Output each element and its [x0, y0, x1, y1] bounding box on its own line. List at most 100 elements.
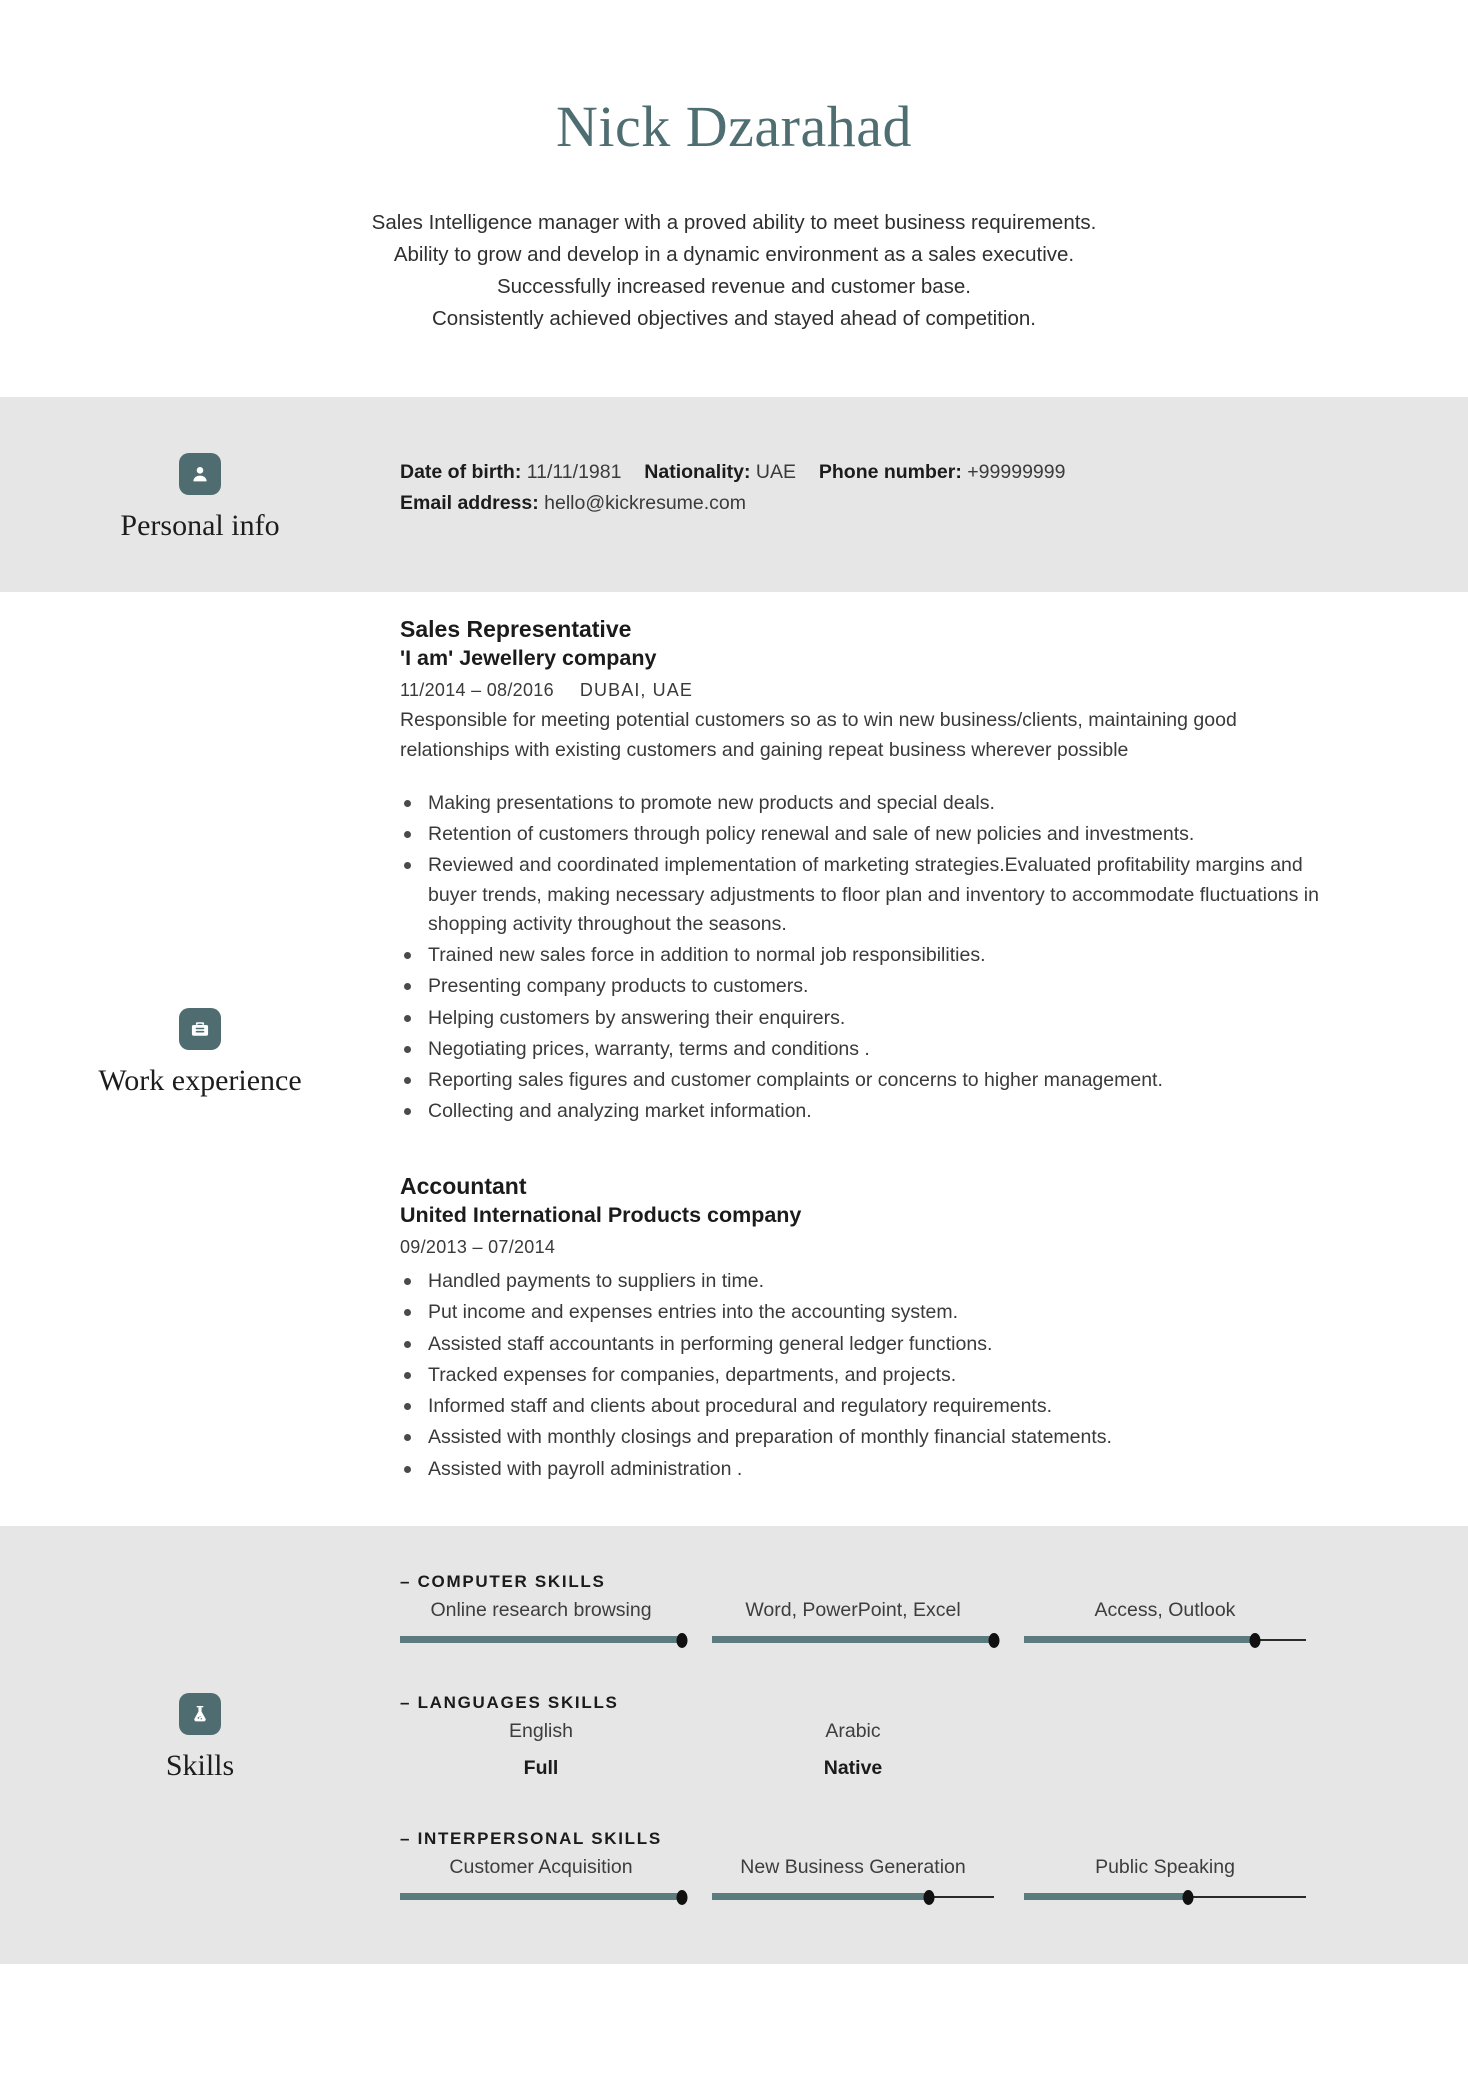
section-personal-info: Personal info Date of birth: 11/11/1981 …: [0, 396, 1468, 592]
nationality-label: Nationality:: [644, 460, 751, 483]
language-item-empty: [1024, 1717, 1306, 1783]
skill-slider[interactable]: [712, 1633, 1000, 1649]
list-item: Negotiating prices, warranty, terms and …: [400, 1035, 1330, 1064]
job-meta: 11/2014 – 08/2016 DUBAI, UAE: [400, 677, 1408, 704]
list-item: Assisted with monthly closings and prepa…: [400, 1423, 1330, 1452]
phone-label: Phone number:: [818, 460, 962, 483]
skill-item: Customer Acquisition: [400, 1853, 688, 1905]
skill-slider[interactable]: [400, 1633, 688, 1649]
list-item: Trained new sales force in addition to n…: [400, 941, 1330, 970]
job-entry: Sales Representative 'I am' Jewellery co…: [400, 614, 1408, 1127]
summary-line: Successfully increased revenue and custo…: [496, 274, 972, 298]
personal-info-row: Email address: hello@kickresume.com: [400, 488, 1408, 520]
skill-group-languages: – LANGUAGES SKILLS English Full Arabic N…: [400, 1693, 1408, 1783]
list-item: Informed staff and clients about procedu…: [400, 1392, 1330, 1421]
personal-info-label: Personal info: [120, 508, 280, 542]
job-company: 'I am' Jewellery company: [400, 646, 657, 671]
job-bullet-list: Handled payments to suppliers in time. P…: [400, 1267, 1330, 1484]
skill-item: Access, Outlook: [1024, 1596, 1306, 1649]
resume-header: Nick Dzarahad Sales Intelligence manager…: [0, 0, 1468, 397]
slider-fill: [400, 1636, 682, 1644]
job-bullet-list: Making presentations to promote new prod…: [400, 789, 1330, 1127]
slider-fill: [1024, 1636, 1256, 1644]
skill-slider[interactable]: [712, 1889, 994, 1905]
page-title: Nick Dzarahad: [556, 94, 912, 159]
list-item: Helping customers by answering their enq…: [400, 1004, 1330, 1033]
list-item: Collecting and analyzing market informat…: [400, 1097, 1330, 1126]
slider-knob[interactable]: [1249, 1633, 1261, 1649]
list-item: Reporting sales figures and customer com…: [400, 1066, 1330, 1095]
language-level: Full: [523, 1757, 559, 1780]
list-item: Reviewed and coordinated implementation …: [400, 851, 1330, 939]
slider-fill: [712, 1636, 994, 1644]
list-item: Handled payments to suppliers in time.: [400, 1267, 1330, 1296]
job-description: Responsible for meeting potential custom…: [400, 709, 1237, 761]
skill-row: Online research browsing Word, PowerPoin…: [400, 1596, 1408, 1649]
slider-fill: [712, 1892, 930, 1900]
skill-group-computer: – COMPUTER SKILLS Online research browsi…: [400, 1571, 1408, 1649]
phone-value: +99999999: [967, 460, 1066, 483]
summary-line: Ability to grow and develop in a dynamic…: [393, 242, 1075, 266]
flask-icon: [179, 1693, 221, 1736]
job-title: Accountant: [400, 1172, 527, 1199]
personal-info-row: Date of birth: 11/11/1981 Nationality: U…: [400, 457, 1408, 489]
slider-fill: [400, 1892, 682, 1900]
job-location: DUBAI, UAE: [579, 680, 693, 701]
skill-name: Public Speaking: [1095, 1855, 1235, 1878]
skill-item: Word, PowerPoint, Excel: [712, 1596, 1000, 1649]
list-item: Put income and expenses entries into the…: [400, 1298, 1330, 1327]
skill-slider[interactable]: [1024, 1633, 1306, 1649]
job-dates: 09/2013 – 07/2014: [400, 1237, 556, 1258]
skills-content: – COMPUTER SKILLS Online research browsi…: [400, 1571, 1468, 1905]
profile-summary: Sales Intelligence manager with a proved…: [0, 207, 1468, 335]
email-value[interactable]: hello@kickresume.com: [544, 492, 746, 514]
dob-label: Date of birth:: [400, 460, 522, 483]
nationality-value: UAE: [755, 460, 797, 483]
section-skills: Skills – COMPUTER SKILLS Online research…: [0, 1525, 1468, 1964]
list-item: Assisted staff accountants in performing…: [400, 1330, 1330, 1359]
list-item: Assisted with payroll administration .: [400, 1455, 1330, 1484]
skill-row: English Full Arabic Native: [400, 1717, 1408, 1783]
skill-group-title: – INTERPERSONAL SKILLS: [400, 1828, 662, 1848]
slider-knob[interactable]: [923, 1889, 935, 1905]
list-item: Presenting company products to customers…: [400, 972, 1330, 1001]
skill-group-interpersonal: – INTERPERSONAL SKILLS Customer Acquisit…: [400, 1828, 1408, 1905]
work-experience-label: Work experience: [98, 1064, 302, 1098]
job-title: Sales Representative: [400, 615, 632, 642]
skill-slider[interactable]: [400, 1889, 688, 1905]
slider-knob[interactable]: [676, 1889, 688, 1905]
slider-knob[interactable]: [988, 1633, 1000, 1649]
language-name: English: [509, 1720, 573, 1743]
language-item: English Full: [400, 1717, 682, 1783]
work-experience-sidebar: Work experience: [0, 614, 400, 1492]
briefcase-icon: [179, 1008, 221, 1051]
skill-group-title: – COMPUTER SKILLS: [400, 1571, 606, 1591]
personal-info-content: Date of birth: 11/11/1981 Nationality: U…: [400, 449, 1468, 542]
skills-label: Skills: [165, 1749, 235, 1783]
skill-name: Customer Acquisition: [449, 1855, 633, 1878]
skill-item: Public Speaking: [1024, 1853, 1306, 1905]
skill-name: Access, Outlook: [1094, 1598, 1236, 1621]
summary-line: Consistently achieved objectives and sta…: [432, 306, 1036, 330]
job-meta: 09/2013 – 07/2014: [400, 1234, 1408, 1261]
person-icon: [178, 452, 221, 495]
personal-info-sidebar: Personal info: [0, 449, 400, 542]
language-level: Native: [823, 1757, 883, 1780]
job-dates: 11/2014 – 08/2016: [400, 680, 554, 701]
skill-slider[interactable]: [1024, 1889, 1306, 1905]
skill-name: New Business Generation: [740, 1855, 966, 1878]
job-entry: Accountant United International Products…: [400, 1171, 1408, 1484]
skill-item: New Business Generation: [712, 1853, 994, 1905]
slider-knob[interactable]: [676, 1633, 688, 1649]
skill-row: Customer Acquisition New Business Genera…: [400, 1853, 1408, 1905]
personal-info-fields: Date of birth: 11/11/1981 Nationality: U…: [400, 449, 1408, 520]
slider-fill: [1024, 1892, 1188, 1900]
skill-group-title: – LANGUAGES SKILLS: [400, 1693, 619, 1713]
summary-line: Sales Intelligence manager with a proved…: [371, 210, 1097, 234]
email-label: Email address:: [400, 492, 539, 515]
language-item: Arabic Native: [712, 1717, 994, 1783]
slider-knob[interactable]: [1182, 1889, 1194, 1905]
job-company: United International Products company: [400, 1203, 802, 1228]
skill-name: Word, PowerPoint, Excel: [745, 1598, 961, 1621]
language-name: Arabic: [825, 1720, 881, 1743]
